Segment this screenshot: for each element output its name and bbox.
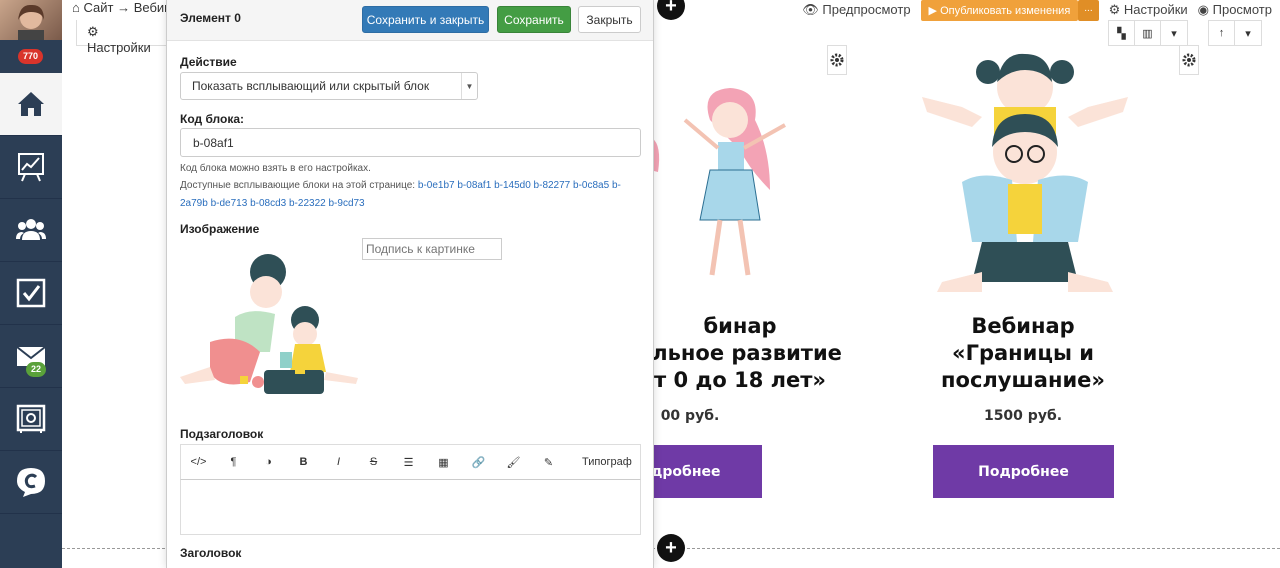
- card-1-title-line-1: бинар: [703, 314, 777, 338]
- card-1-title-line-2: альное развитие: [638, 341, 842, 365]
- table-icon[interactable]: ▦: [426, 445, 461, 479]
- close-button[interactable]: Закрыть: [578, 6, 641, 33]
- sidebar-item-safe[interactable]: [0, 388, 62, 451]
- subtitle-editor[interactable]: [180, 480, 641, 535]
- save-close-button[interactable]: Сохранить и закрыть: [362, 6, 489, 33]
- available-blocks-prefix: Доступные всплывающие блоки на этой стра…: [180, 180, 416, 191]
- typograph-button[interactable]: Типограф: [574, 445, 640, 479]
- block-code-input[interactable]: b-08af1: [180, 128, 641, 157]
- chat-bubble-icon: [17, 468, 45, 497]
- users-icon: [16, 219, 46, 240]
- settings-link[interactable]: ⚙ Настройки: [1109, 2, 1188, 18]
- card-2-title: Вебинар «Границы и послушание»: [903, 313, 1143, 394]
- eye-icon: ◉: [1197, 2, 1209, 17]
- pencil-icon[interactable]: ✎: [531, 445, 566, 479]
- action-select-value: Показать всплывающий или скрытый блок: [192, 79, 430, 93]
- action-select[interactable]: Показать всплывающий или скрытый блок ▼: [180, 72, 478, 100]
- element-gear-button[interactable]: [827, 45, 847, 75]
- available-blocks: Доступные всплывающие блоки на этой стра…: [180, 177, 628, 213]
- breadcrumb[interactable]: ⌂ Сайт → Вебин: [72, 0, 171, 15]
- dropdown-icon[interactable]: ▾: [1161, 21, 1187, 45]
- block-controls: ▚ ▥ ▾: [1108, 20, 1188, 46]
- card-1-title: бинар альное развитие т 0 до 18 лет»: [620, 313, 860, 394]
- rich-text-toolbar: </> ¶ ◑ B I S ☰ ▦ 🔗 🖌 ✎ Типограф: [180, 444, 641, 480]
- trash-icon[interactable]: ▥: [1135, 21, 1161, 45]
- block-link[interactable]: b-08cd3: [250, 198, 286, 209]
- sidebar-item-users[interactable]: [0, 199, 62, 262]
- home-icon: [18, 92, 44, 116]
- block-link[interactable]: b-9cd73: [328, 198, 364, 209]
- gear-icon: [1182, 53, 1196, 67]
- girl-illustration: [645, 88, 786, 276]
- subtitle-label: Подзаголовок: [180, 427, 264, 441]
- element-edit-panel: Элемент 0 Сохранить и закрыть Сохранить …: [166, 0, 654, 568]
- user-avatar[interactable]: [0, 0, 62, 40]
- paragraph-icon[interactable]: ¶: [216, 445, 251, 479]
- action-label: Действие: [180, 55, 237, 69]
- add-block-top-button[interactable]: +: [657, 0, 685, 20]
- gear-small-icon: ⚙: [87, 24, 99, 39]
- panel-title: Элемент 0: [180, 11, 241, 25]
- contrast-icon[interactable]: ◑: [251, 445, 286, 479]
- bold-icon[interactable]: B: [286, 445, 321, 479]
- arrow-up-icon[interactable]: ↑: [1209, 21, 1235, 45]
- chart-board-icon: [18, 153, 44, 182]
- view-link[interactable]: ◉ Просмотр: [1198, 2, 1272, 18]
- sidebar-item-stats[interactable]: [0, 136, 62, 199]
- notifications-badge: 770: [18, 49, 44, 64]
- block-link[interactable]: b-145d0: [494, 180, 531, 191]
- topbar-actions: 👁 Предпросмотр ▶ Опубликовать изменения …: [802, 0, 1272, 21]
- sidebar-item-chat[interactable]: [0, 451, 62, 514]
- block-link[interactable]: b-0e1b7: [418, 180, 455, 191]
- gear-icon: [830, 53, 844, 67]
- image-label: Изображение: [180, 222, 260, 236]
- block-link[interactable]: b-0c8a5: [573, 180, 609, 191]
- arrow-down-icon[interactable]: ▾: [1235, 21, 1261, 45]
- safe-icon: [16, 404, 46, 433]
- gear-icon: ⚙: [1108, 2, 1121, 17]
- card-2-title-line-1: Вебинар: [971, 314, 1075, 338]
- link-icon[interactable]: 🔗: [461, 445, 496, 479]
- code-icon[interactable]: </>: [181, 445, 216, 479]
- list-icon[interactable]: ☰: [391, 445, 426, 479]
- mail-badge: 22: [26, 362, 47, 377]
- sidebar-item-tasks[interactable]: [0, 262, 62, 325]
- preview-link[interactable]: 👁 Предпросмотр: [802, 2, 910, 18]
- block-code-label: Код блока:: [180, 112, 245, 126]
- left-sidebar: 770 22: [0, 0, 62, 568]
- publish-button[interactable]: ▶ Опубликовать изменения: [920, 0, 1079, 21]
- move-controls: ↑ ▾: [1208, 20, 1262, 46]
- page-settings-chip[interactable]: ⚙ Настройки: [76, 20, 176, 55]
- checkbox-icon: [16, 278, 46, 308]
- block-link[interactable]: b-22322: [289, 198, 326, 209]
- block-link[interactable]: b-82277: [534, 180, 571, 191]
- home-crumb-icon: ⌂: [72, 0, 80, 15]
- element-gear-button-2[interactable]: [1179, 45, 1199, 75]
- card-1-title-line-3: т 0 до 18 лет»: [654, 368, 826, 392]
- copy-icon[interactable]: ▚: [1109, 21, 1135, 45]
- panel-header: Элемент 0 Сохранить и закрыть Сохранить …: [167, 0, 653, 41]
- chevron-down-icon: ▼: [461, 73, 477, 99]
- sidebar-item-home[interactable]: [0, 73, 62, 136]
- card-2-details-button[interactable]: Подробнее: [933, 445, 1114, 498]
- kids-illustration: [922, 53, 1128, 292]
- eye-slash-icon: 👁: [802, 2, 819, 17]
- block-link[interactable]: b-de713: [211, 198, 248, 209]
- card-2-title-line-2: «Границы и: [952, 341, 1094, 365]
- publish-more-button[interactable]: ...: [1078, 0, 1099, 21]
- sidebar-item-mail[interactable]: [0, 325, 62, 388]
- image-preview[interactable]: [180, 252, 360, 400]
- strikethrough-icon[interactable]: S: [356, 445, 391, 479]
- save-button[interactable]: Сохранить: [497, 6, 571, 33]
- brush-icon[interactable]: 🖌: [496, 445, 531, 479]
- block-link[interactable]: b-08af1: [457, 180, 491, 191]
- italic-icon[interactable]: I: [321, 445, 356, 479]
- add-block-bottom-button[interactable]: +: [657, 534, 685, 562]
- block-code-help: Код блока можно взять в его настройках.: [180, 163, 371, 174]
- heading-label: Заголовок: [180, 546, 242, 560]
- card-2-title-line-3: послушание»: [941, 368, 1105, 392]
- image-caption-input[interactable]: [362, 238, 502, 260]
- card-2-price: 1500 руб.: [983, 408, 1063, 424]
